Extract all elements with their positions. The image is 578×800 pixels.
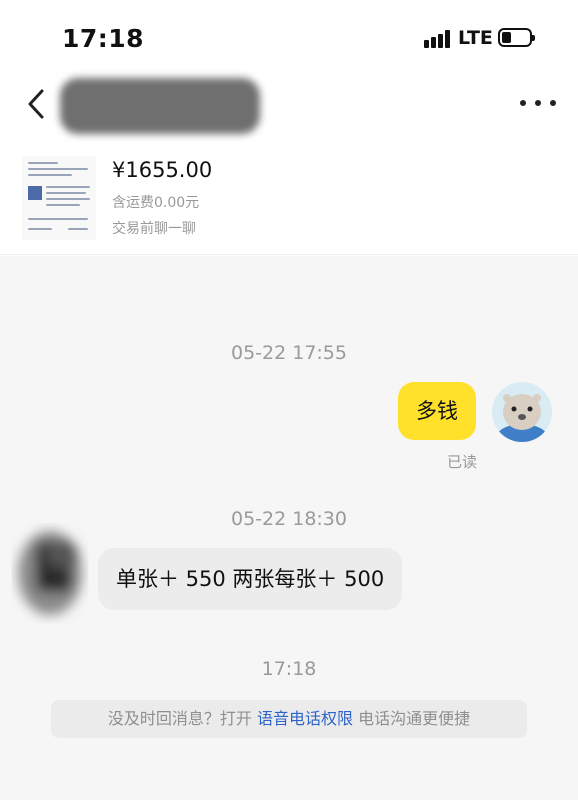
network-label: LTE [458,27,493,49]
back-chevron-icon [28,89,44,119]
peer-avatar[interactable] [10,518,98,628]
shipping-fee: 含运费0.00元 [112,195,200,211]
message-timestamp: 05-22 17:55 [230,342,347,364]
seal-avatar-icon [492,382,552,442]
read-receipt: 已读 [447,453,478,471]
chat-area[interactable]: 05-22 17:55 多钱 已读 05-22 18:30 单张＋ 550 两张… [0,256,578,800]
more-button[interactable] [520,98,556,108]
status-bar: 17:18 LTE [0,0,578,72]
blurred-avatar-icon [18,531,82,615]
product-card[interactable]: ¥1655.00 含运费0.00元 交易前聊一聊 [0,150,578,255]
back-button[interactable] [22,86,52,122]
notice-text: 电话沟通更便捷 [358,709,471,728]
self-avatar[interactable] [492,382,552,442]
voice-permission-link[interactable]: 语音电话权限 [257,709,353,728]
product-price: ¥1655.00 [112,158,213,182]
voice-call-notice: 没及时回消息？打开 语音电话权限 电话沟通更便捷 [51,700,527,738]
more-dots-icon [520,100,526,106]
chat-hint: 交易前聊一聊 [112,221,196,237]
chat-header [0,72,578,142]
incoming-message-bubble[interactable]: 单张＋ 550 两张每张＋ 500 [98,548,403,610]
contact-name [60,78,260,134]
message-timestamp: 17:18 [261,658,317,680]
notice-text: 没及时回消息？打开 [107,709,252,728]
status-time: 17:18 [62,24,145,53]
battery-icon [498,28,535,47]
outgoing-message-bubble[interactable]: 多钱 [398,382,476,440]
cellular-signal-icon [424,30,452,48]
product-thumbnail[interactable] [22,156,96,240]
